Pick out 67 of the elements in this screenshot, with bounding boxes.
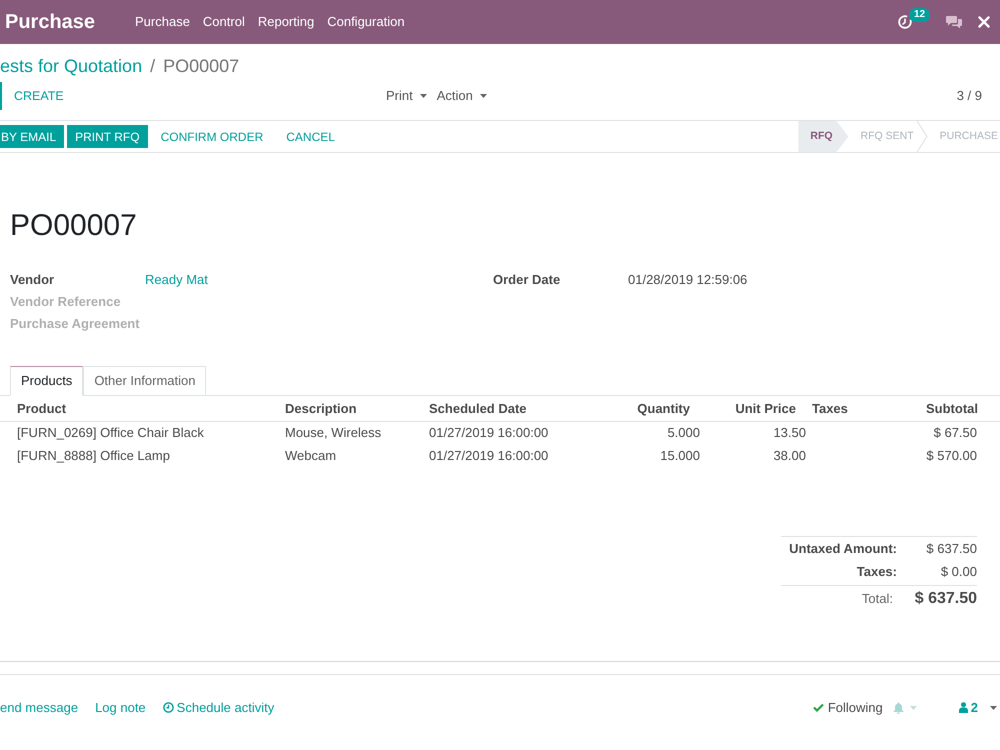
person-icon [958,702,968,713]
menu-item[interactable]: Control [202,14,245,30]
grand-total-value: $ 637.50 [914,589,977,609]
caret-icon [990,706,997,710]
column-header[interactable]: Quantity [600,396,700,421]
primary-button[interactable]: PRINT RFQ [67,125,148,148]
field-value: 01/28/2019 12:59:06 [628,271,748,290]
column-header[interactable]: Scheduled Date [429,396,600,421]
table-cell-text: Webcam [285,446,338,465]
table-cell: 5.000 [600,421,700,444]
column-header[interactable]: Subtotal [882,396,1000,421]
field-label: Vendor Reference [10,293,122,312]
menu-item[interactable]: Purchase [135,14,190,30]
table-cell-text: 38.00 [772,446,806,465]
column-header[interactable]: Unit Price [700,396,806,421]
breadcrumb-separator: / [150,55,156,77]
total-value: $ 637.50 [925,540,977,558]
close-icon[interactable] [978,16,990,28]
dropdown-button[interactable]: Print [386,82,437,110]
field-label: Order Date [493,271,562,290]
dropdown-button[interactable]: Action [436,82,497,110]
caret-icon [420,94,427,98]
create-button[interactable]: CREATE [6,82,72,110]
menu-item[interactable]: Reporting [258,14,314,30]
clock-icon[interactable] [898,15,912,29]
table-cell: 01/27/2019 16:00:00 [429,421,600,444]
link-button[interactable]: CONFIRM ORDER [150,125,274,148]
table-cell: [FURN_0269] Office Chair Black [0,421,285,444]
check-icon [812,703,824,712]
table-cell: $ 67.50 [882,421,1000,444]
column-header[interactable]: Description [285,396,429,421]
table-cell-text: 01/27/2019 16:00:00 [429,446,550,465]
table-cell: 13.50 [700,421,806,444]
total-label: Total: [860,590,893,608]
caret-icon [910,706,917,710]
breadcrumb-link[interactable]: ests for Quotation [0,55,142,77]
primary-button[interactable]: BY EMAIL [0,125,64,148]
followers-button[interactable]: 2 [958,698,978,718]
pager-value: 3 / 9 [956,87,982,106]
table-cell: Mouse, Wireless [285,421,429,444]
field-label: Vendor [10,271,56,290]
table-cell-text: $ 570.00 [925,446,978,465]
table-cell-text: 15.000 [659,446,700,465]
clock-icon [162,702,174,713]
menu-item[interactable]: Configuration [327,14,405,30]
caret-icon [480,94,487,98]
link-button[interactable]: CANCEL [276,125,345,148]
tab[interactable]: Other Information [83,366,206,396]
total-label: Untaxed Amount: [788,540,897,558]
chat-icon[interactable] [946,15,962,29]
total-value: $ 0.00 [940,562,977,581]
field-label: Purchase Agreement [10,315,141,334]
table-cell: [FURN_8888] Office Lamp [0,444,285,467]
field-link[interactable]: Ready Mat [145,270,208,290]
count-badge: 12 [909,8,930,22]
status-stage[interactable]: RFQ [798,121,849,152]
app-title[interactable]: Purchase [0,10,135,34]
column-header[interactable]: Product [0,396,285,421]
column-header[interactable]: Taxes [806,396,882,421]
tab[interactable]: Products [10,366,84,396]
chatter-link[interactable]: Schedule activity [162,698,274,718]
breadcrumb-current: PO00007 [163,55,240,77]
following-button[interactable]: Following [812,698,883,718]
chatter-link[interactable]: end message [0,698,78,718]
total-label: Taxes: [856,562,897,581]
record-title: PO00007 [10,208,137,244]
chatter-link[interactable]: Log note [95,698,146,718]
